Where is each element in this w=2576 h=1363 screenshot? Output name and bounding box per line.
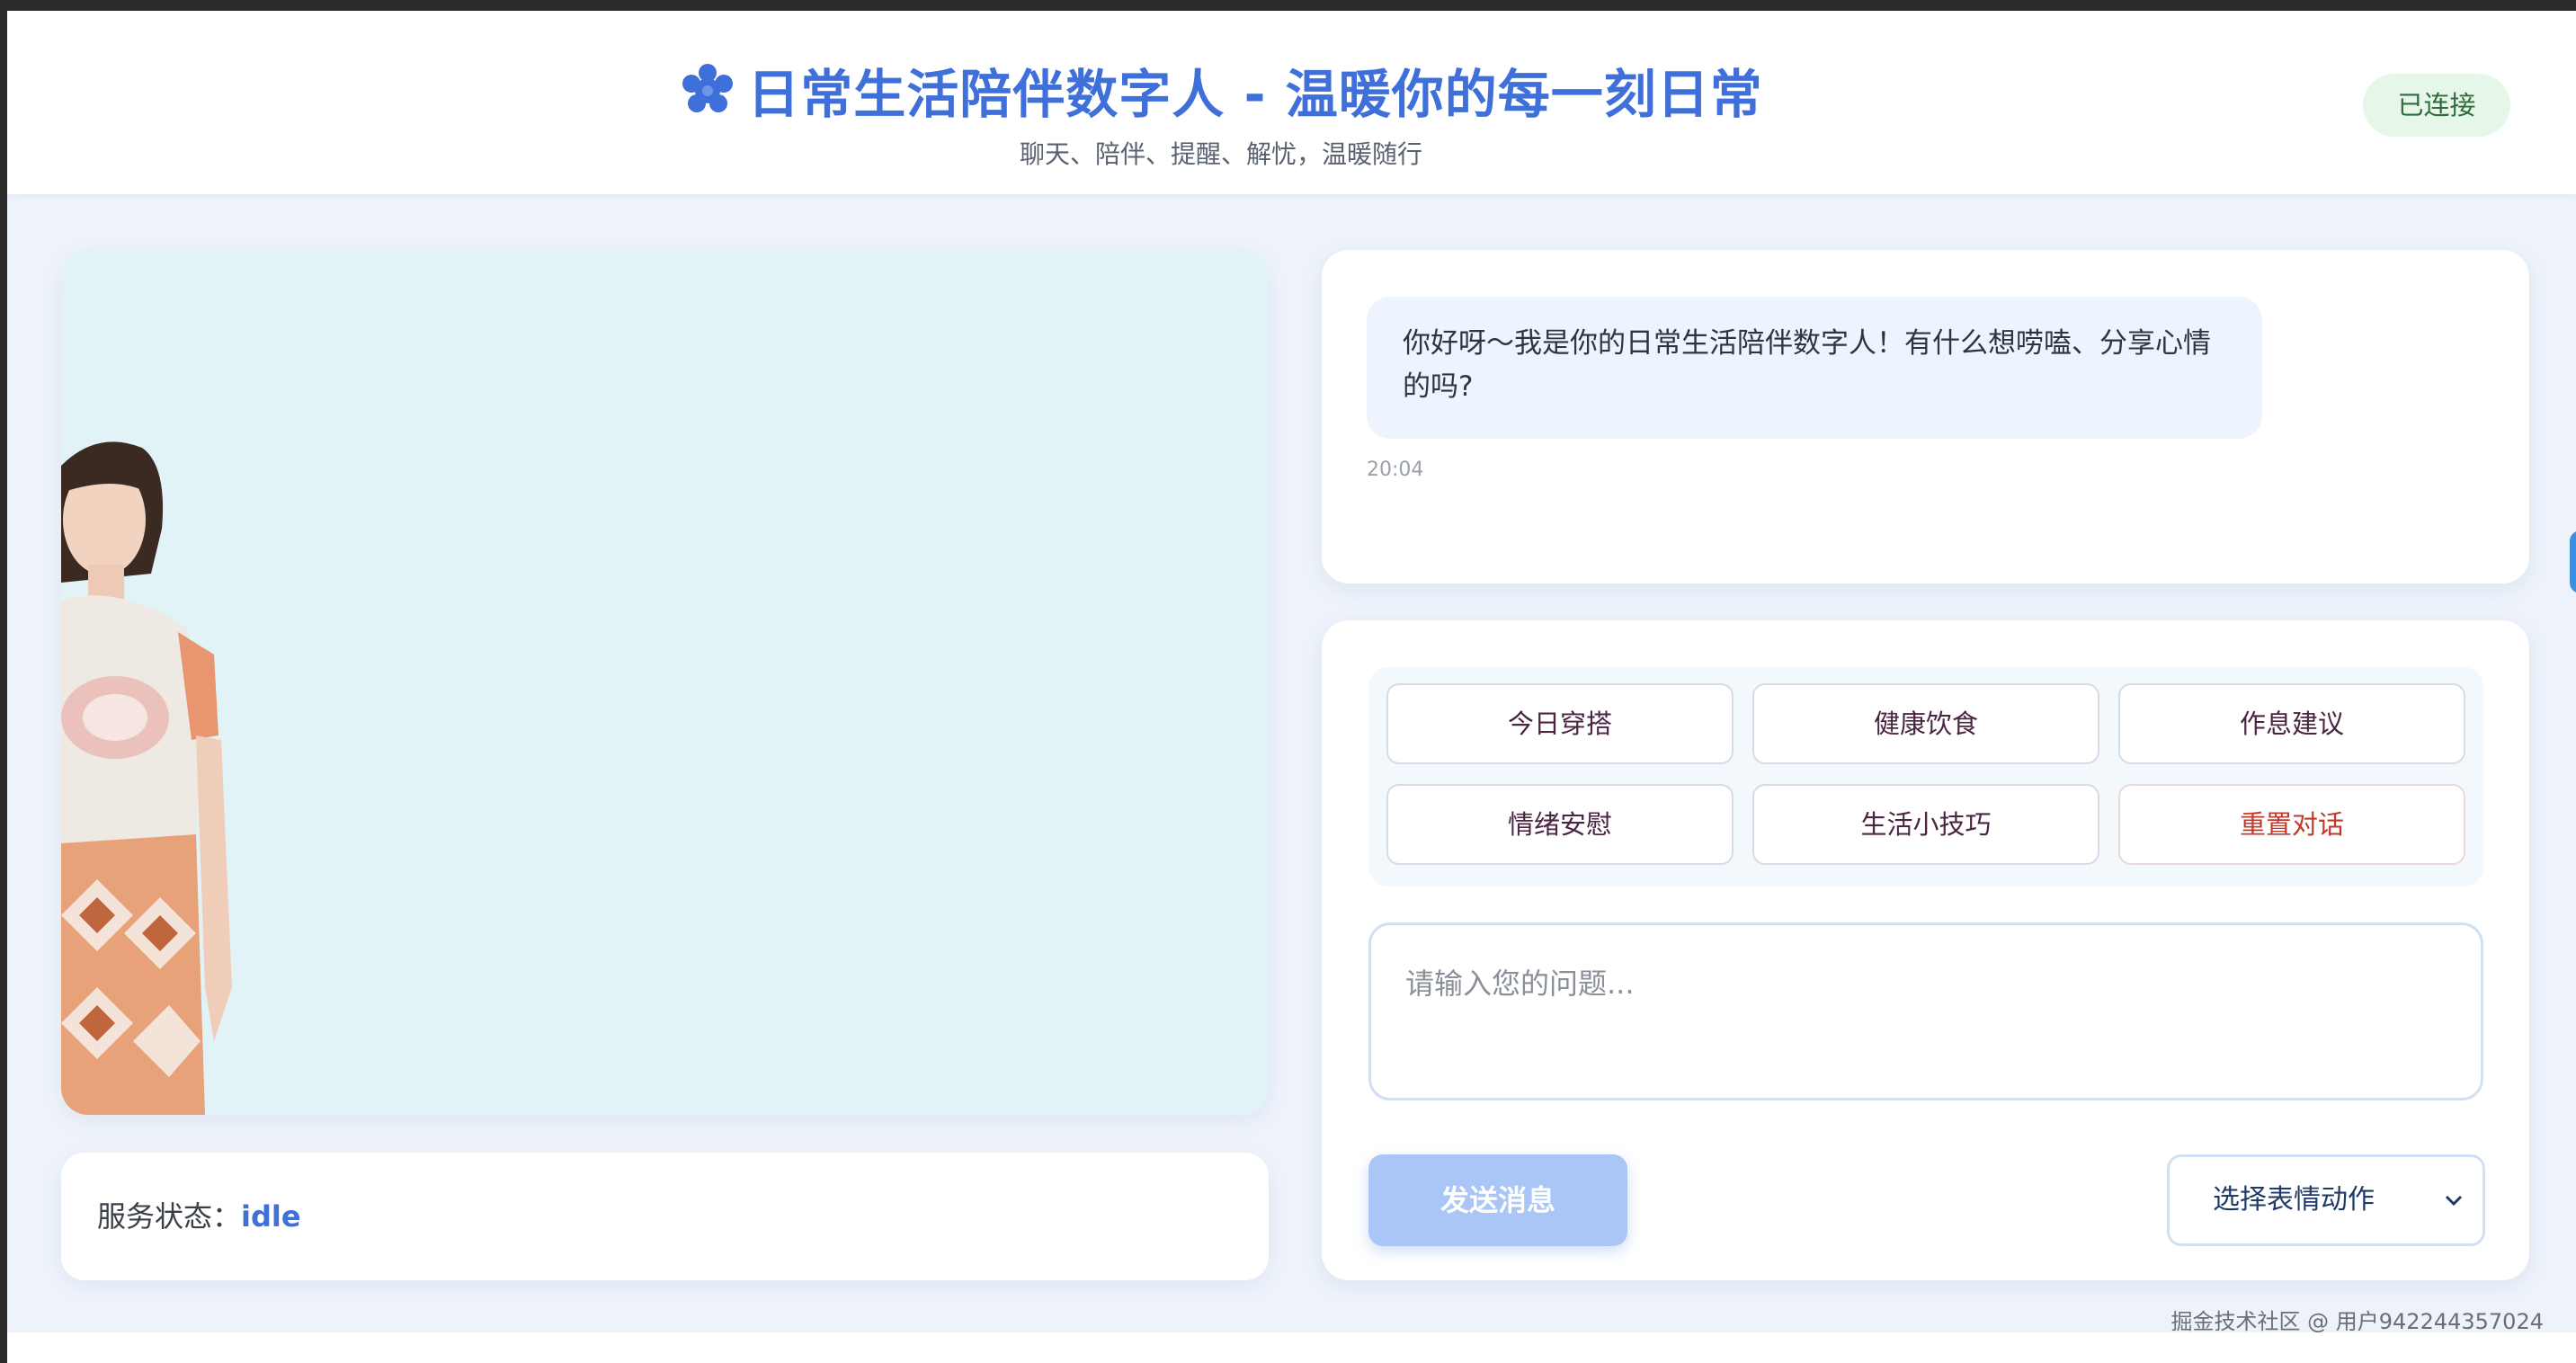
app-window: 日常生活陪伴数字人 - 温暖你的每一刻日常 聊天、陪伴、提醒、解忧，温暖随行 已…: [7, 11, 2576, 1363]
quick-button-comfort[interactable]: 情绪安慰: [1386, 784, 1734, 865]
emote-select-value: 选择表情动作: [2213, 1184, 2375, 1216]
digital-human-avatar: [61, 441, 232, 1115]
question-input[interactable]: [1368, 922, 2483, 1100]
assistant-message-bubble: 你好呀～我是你的日常生活陪伴数字人！有什么想唠嗑、分享心情的吗?: [1367, 297, 2262, 439]
control-panel: 今日穿搭 健康饮食 作息建议 情绪安慰 生活小技巧 重置对话 发送消息 选择表情…: [1322, 620, 2529, 1280]
page-subtitle: 聊天、陪伴、提醒、解忧，温暖随行: [1019, 139, 1422, 169]
reset-conversation-button[interactable]: 重置对话: [2118, 784, 2465, 865]
quick-actions-area: 今日穿搭 健康饮食 作息建议 情绪安慰 生活小技巧 重置对话: [1368, 667, 2483, 886]
avatar-view[interactable]: [61, 250, 1269, 1115]
watermark: 掘金技术社区 @ 用户942244357024: [2170, 1309, 2545, 1334]
header: 日常生活陪伴数字人 - 温暖你的每一刻日常 聊天、陪伴、提醒、解忧，温暖随行 已…: [7, 11, 2576, 194]
message-timestamp: 20:04: [1367, 459, 1424, 481]
flower-icon: [682, 64, 734, 112]
page-title: 日常生活陪伴数字人 - 温暖你的每一刻日常: [7, 52, 2435, 128]
footer: [7, 1332, 2576, 1363]
quick-button-routine[interactable]: 作息建议: [2118, 683, 2465, 764]
quick-button-outfit[interactable]: 今日穿搭: [1386, 683, 1734, 764]
quick-button-life-tips[interactable]: 生活小技巧: [1752, 784, 2099, 865]
service-status-label: 服务状态：: [97, 1199, 242, 1234]
quick-button-diet[interactable]: 健康饮食: [1752, 683, 2099, 764]
chat-history[interactable]: 你好呀～我是你的日常生活陪伴数字人！有什么想唠嗑、分享心情的吗? 20:04: [1322, 250, 2529, 584]
connection-status-badge: 已连接: [2363, 74, 2510, 137]
page-title-text: 日常生活陪伴数字人 - 温暖你的每一刻日常: [747, 64, 1763, 125]
service-status-card: 服务状态：idle: [61, 1153, 1269, 1280]
service-status-value: idle: [241, 1199, 301, 1234]
send-message-button[interactable]: 发送消息: [1368, 1154, 1627, 1246]
emote-action-select[interactable]: 选择表情动作: [2167, 1154, 2485, 1246]
side-drawer-handle[interactable]: [2570, 530, 2576, 593]
chevron-down-icon: [2445, 1195, 2463, 1207]
